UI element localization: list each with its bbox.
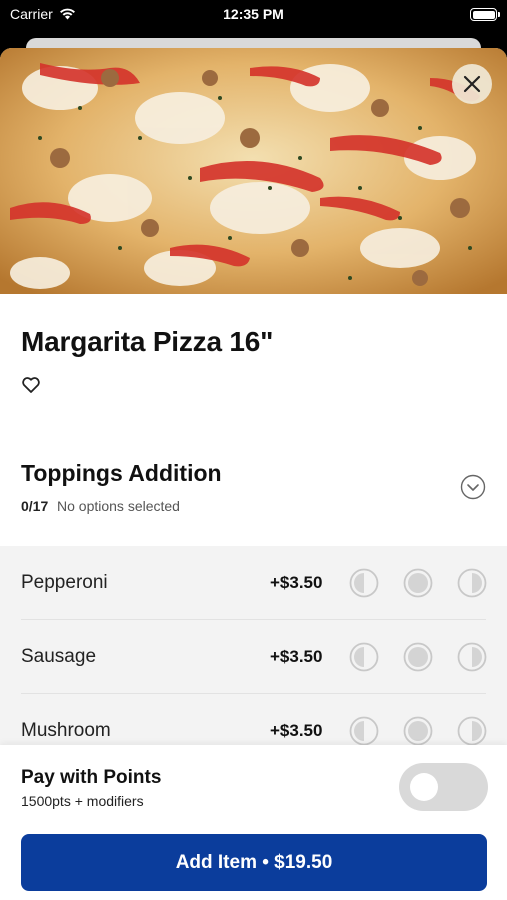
status-time: 12:35 PM: [223, 6, 284, 22]
battery-icon: [470, 8, 500, 21]
right-half-icon[interactable]: [457, 716, 487, 746]
close-icon: [463, 75, 481, 93]
status-bar: Carrier 12:35 PM: [0, 0, 507, 30]
add-item-button[interactable]: Add Item • $19.50: [21, 834, 487, 891]
right-half-icon[interactable]: [457, 642, 487, 672]
option-row-pepperoni[interactable]: Pepperoni +$3.50: [0, 546, 507, 620]
option-price: +$3.50: [270, 721, 323, 740]
pay-with-points-toggle[interactable]: [399, 763, 488, 811]
group-title: Toppings Addition: [21, 460, 222, 486]
item-title: Margarita Pizza 16": [21, 326, 274, 357]
whole-icon[interactable]: [403, 642, 433, 672]
pizza-photo: [0, 48, 507, 294]
toppings-group-header[interactable]: Toppings Addition 0/17 No options select…: [0, 450, 507, 546]
left-half-icon[interactable]: [349, 642, 379, 672]
points-subtitle: 1500pts + modifiers: [21, 793, 144, 809]
option-price: +$3.50: [270, 573, 323, 592]
option-name: Mushroom: [21, 720, 111, 741]
checkout-footer: Pay with Points 1500pts + modifiers Add …: [0, 745, 507, 900]
group-selection-count: 0/17: [21, 498, 49, 514]
option-row-sausage[interactable]: Sausage +$3.50: [0, 620, 507, 694]
chevron-down-circle-icon[interactable]: [460, 474, 486, 500]
close-button[interactable]: [452, 64, 492, 104]
left-half-icon[interactable]: [349, 568, 379, 598]
left-half-icon[interactable]: [349, 716, 379, 746]
right-half-icon[interactable]: [457, 568, 487, 598]
heart-icon: [22, 377, 40, 393]
group-selection-status: No options selected: [57, 498, 180, 514]
favorite-button[interactable]: [21, 375, 41, 395]
whole-icon[interactable]: [403, 716, 433, 746]
item-detail-sheet: Margarita Pizza 16" Toppings Addition 0/…: [0, 48, 507, 900]
whole-icon[interactable]: [403, 568, 433, 598]
points-title: Pay with Points: [21, 767, 162, 788]
toggle-knob: [410, 773, 438, 801]
option-price: +$3.50: [270, 647, 323, 666]
option-name: Pepperoni: [21, 572, 108, 593]
option-name: Sausage: [21, 646, 97, 667]
